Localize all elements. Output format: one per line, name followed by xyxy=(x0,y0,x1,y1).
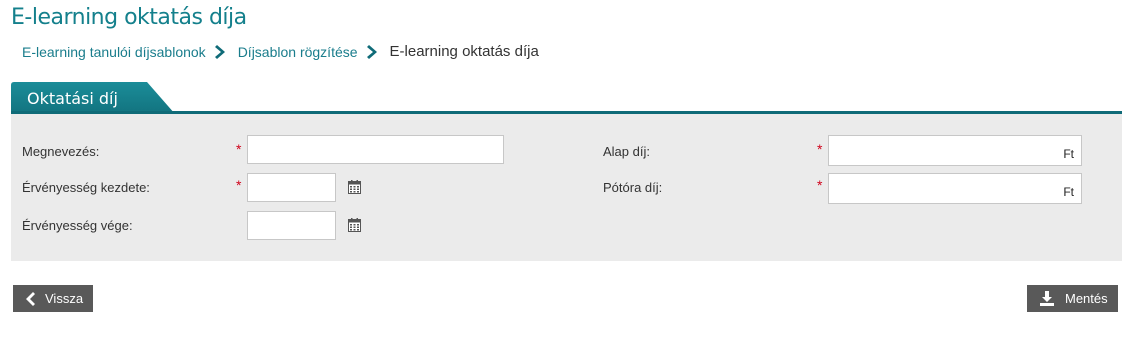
calendar-icon[interactable] xyxy=(348,180,361,194)
name-label: Megnevezés: xyxy=(22,144,100,159)
extra-fee-label: Pótóra díj: xyxy=(603,180,663,195)
breadcrumb: E-learning tanulói díjsablonok Díjsablon… xyxy=(22,43,539,60)
valid-to-input[interactable] xyxy=(247,211,336,240)
back-button[interactable]: Vissza xyxy=(13,285,94,312)
base-fee-label: Alap díj: xyxy=(603,144,650,159)
download-icon xyxy=(1040,291,1054,306)
section-tab-label: Oktatási díj xyxy=(27,89,118,108)
chevron-right-icon xyxy=(214,44,228,60)
chevron-left-icon xyxy=(26,291,35,306)
valid-to-label: Érvényesség vége: xyxy=(22,218,133,233)
extra-fee-field[interactable]: Ft xyxy=(828,173,1082,204)
name-input[interactable] xyxy=(247,135,504,164)
form-panel: Megnevezés: * Érvényesség kezdete: * Érv… xyxy=(11,114,1122,261)
name-required-marker: * xyxy=(236,141,242,157)
section-tab: Oktatási díj xyxy=(11,82,175,114)
breadcrumb-link-record-template[interactable]: Díjsablon rögzítése xyxy=(238,44,358,60)
save-button[interactable]: Mentés xyxy=(1027,285,1118,312)
base-fee-currency: Ft xyxy=(1063,147,1074,161)
chevron-right-icon xyxy=(366,44,380,60)
valid-from-input[interactable] xyxy=(247,173,336,202)
base-fee-field[interactable]: Ft xyxy=(828,135,1082,166)
breadcrumb-link-templates[interactable]: E-learning tanulói díjsablonok xyxy=(22,44,206,60)
page-title: E-learning oktatás díja xyxy=(11,5,247,30)
extra-fee-required-marker: * xyxy=(817,177,823,193)
calendar-icon[interactable] xyxy=(348,218,361,232)
base-fee-required-marker: * xyxy=(817,141,823,157)
valid-from-label: Érvényesség kezdete: xyxy=(22,180,150,195)
extra-fee-currency: Ft xyxy=(1063,185,1074,199)
valid-from-required-marker: * xyxy=(236,177,242,193)
save-button-label: Mentés xyxy=(1065,291,1108,306)
back-button-label: Vissza xyxy=(45,291,84,306)
breadcrumb-current: E-learning oktatás díja xyxy=(389,43,539,60)
